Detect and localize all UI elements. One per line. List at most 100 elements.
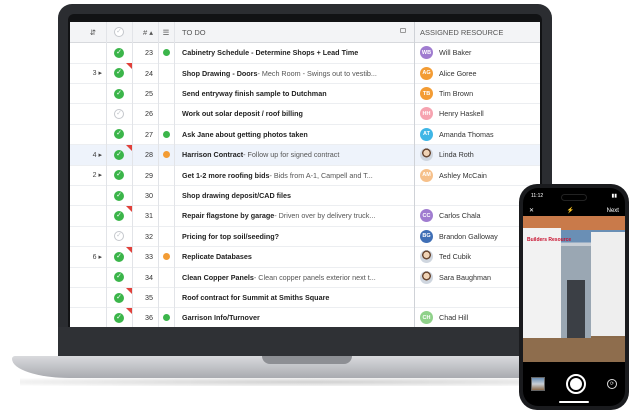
next-button[interactable]: Next xyxy=(607,208,619,214)
shutter-button[interactable] xyxy=(566,374,586,394)
resource-cell[interactable]: AG Alice Goree xyxy=(414,63,540,83)
complete-checkbox[interactable]: ✓ xyxy=(106,104,132,124)
task-cell[interactable]: Clean Copper Panels - Clean copper panel… xyxy=(178,267,414,287)
flash-icon[interactable]: ⚡ xyxy=(567,207,574,214)
table-row[interactable]: 4 ▸ ✓ 28 Harrison Contract - Follow up for … xyxy=(70,145,540,166)
complete-checkbox[interactable]: ✓ xyxy=(106,84,132,104)
task-title: Clean Copper Panels xyxy=(182,272,254,282)
column-divider xyxy=(414,22,415,327)
task-title: Work out solar deposit / roof billing xyxy=(182,109,303,119)
resource-name: Ashley McCain xyxy=(439,170,487,180)
table-row[interactable]: ✓ 32 Pricing for top soil/seeding? BG Brando… xyxy=(70,227,540,248)
expand-toggle[interactable] xyxy=(70,43,106,63)
resource-cell[interactable]: AM Ashley McCain xyxy=(414,165,540,185)
resource-cell[interactable]: AT Amanda Thomas xyxy=(414,125,540,145)
avatar: TB xyxy=(420,87,433,101)
expand-toggle[interactable] xyxy=(70,186,106,206)
status-dot xyxy=(158,186,174,206)
expand-toggle[interactable] xyxy=(70,227,106,247)
task-column-header[interactable]: TO DO xyxy=(178,22,414,42)
task-cell[interactable]: Shop Drawing - Doors - Mech Room - Swing… xyxy=(178,63,414,83)
check-circle-icon: ✓ xyxy=(114,272,124,283)
complete-checkbox[interactable]: ✓ xyxy=(106,165,132,185)
task-title: Get 1-2 more roofing bids xyxy=(182,170,270,180)
complete-checkbox[interactable]: ✓ xyxy=(106,247,132,267)
check-column-header[interactable]: ✓ xyxy=(106,22,132,42)
hierarchy-icon[interactable]: ⇵ xyxy=(70,22,106,42)
task-cell[interactable]: Get 1-2 more roofing bids - Bids from A-… xyxy=(178,165,414,185)
complete-checkbox[interactable]: ✓ xyxy=(106,43,132,63)
avatar xyxy=(420,270,433,284)
table-row[interactable]: ✓ 25 Send entryway finish sample to Dutchm… xyxy=(70,84,540,105)
camera-viewfinder: Builders Resource xyxy=(523,216,625,362)
status-dot xyxy=(158,104,174,124)
row-number: 30 xyxy=(145,191,153,201)
task-title: Ask Jane about getting photos taken xyxy=(182,129,308,139)
expand-toggle[interactable] xyxy=(70,125,106,145)
num-column-header[interactable]: # ▴ xyxy=(132,22,158,42)
expand-toggle[interactable] xyxy=(70,104,106,124)
resource-cell[interactable]: HH Henry Haskell xyxy=(414,104,540,124)
table-row[interactable]: ✓ 31 Repair flagstone by garage - Driven o… xyxy=(70,206,540,227)
gallery-thumbnail[interactable] xyxy=(531,377,545,391)
flip-camera-icon[interactable]: ⟳ xyxy=(607,379,617,389)
task-cell[interactable]: Pricing for top soil/seeding? xyxy=(178,227,414,247)
table-row[interactable]: ✓ 35 Roof contract for Summit at Smiths Sq… xyxy=(70,287,540,309)
complete-checkbox[interactable]: ✓ xyxy=(106,287,132,308)
laptop-notch xyxy=(262,356,352,364)
expand-toggle[interactable] xyxy=(70,288,106,308)
complete-checkbox[interactable]: ✓ xyxy=(106,267,132,287)
table-row[interactable]: ✓ 27 Ask Jane about getting photos taken AT… xyxy=(70,125,540,146)
table-row[interactable]: 3 ▸ ✓ 24 Shop Drawing - Doors - Mech Room -… xyxy=(70,63,540,84)
expand-toggle[interactable]: 3 ▸ xyxy=(70,63,106,83)
task-cell[interactable]: Shop drawing deposit/CAD files xyxy=(178,186,414,206)
table-row[interactable]: 2 ▸ ✓ 29 Get 1-2 more roofing bids - Bids f… xyxy=(70,165,540,186)
task-cell[interactable]: Cabinetry Schedule - Determine Shops + L… xyxy=(178,43,414,63)
complete-checkbox[interactable]: ✓ xyxy=(106,308,132,327)
table-row[interactable]: ✓ 36 Garrison Info/Turnover CH Chad Hill xyxy=(70,308,540,327)
column-divider xyxy=(174,22,175,327)
check-circle-icon: ✓ xyxy=(114,210,124,221)
row-number: 23 xyxy=(145,48,153,58)
task-cell[interactable]: Replicate Databases xyxy=(178,247,414,267)
resource-cell[interactable]: Linda Roth xyxy=(414,145,540,165)
table-row[interactable]: 6 ▸ ✓ 33 Replicate Databases Ted Cubik xyxy=(70,247,540,268)
expand-toggle[interactable]: 6 ▸ xyxy=(70,247,106,267)
resource-cell[interactable]: TB Tim Brown xyxy=(414,84,540,104)
expand-toggle[interactable] xyxy=(70,84,106,104)
wrap-sign-text: Builders Resource xyxy=(527,237,572,243)
complete-checkbox[interactable]: ✓ xyxy=(106,145,132,165)
complete-checkbox[interactable]: ✓ xyxy=(106,125,132,145)
task-cell[interactable]: Work out solar deposit / roof billing xyxy=(178,104,414,124)
task-detail: - Bids from A-1, Campell and T... xyxy=(269,170,373,180)
close-icon[interactable]: ✕ xyxy=(529,207,534,214)
status-dot-icon xyxy=(162,151,170,159)
table-row[interactable]: ✓ 30 Shop drawing deposit/CAD files xyxy=(70,186,540,207)
grid-header: ⇵ ✓ # ▴ ☰ TO DO ASSIGNED RESOURCE xyxy=(70,22,540,43)
table-row[interactable]: ✓ 34 Clean Copper Panels - Clean copper pa… xyxy=(70,267,540,288)
table-row[interactable]: ✓ 23 Cabinetry Schedule - Determine Shops … xyxy=(70,43,540,64)
database-icon[interactable]: ☰ xyxy=(158,22,174,42)
table-row[interactable]: ✓ 26 Work out solar deposit / roof billing… xyxy=(70,104,540,125)
expand-toggle[interactable] xyxy=(70,267,106,287)
complete-checkbox[interactable]: ✓ xyxy=(106,206,132,226)
check-circle-icon: ✓ xyxy=(114,68,124,79)
row-number: 26 xyxy=(145,109,153,119)
expand-toggle[interactable] xyxy=(70,308,106,327)
complete-checkbox[interactable]: ✓ xyxy=(106,63,132,83)
expand-toggle[interactable]: 4 ▸ xyxy=(70,145,106,165)
task-cell[interactable]: Send entryway finish sample to Dutchman xyxy=(178,84,414,104)
status-dot-icon xyxy=(162,314,170,322)
task-cell[interactable]: Repair flagstone by garage - Driven over… xyxy=(178,206,414,226)
complete-checkbox[interactable]: ✓ xyxy=(106,227,132,247)
resource-column-header[interactable]: ASSIGNED RESOURCE xyxy=(414,22,540,42)
resource-cell[interactable]: WB Will Baker xyxy=(414,43,540,63)
expand-toggle[interactable] xyxy=(70,206,106,226)
complete-checkbox[interactable]: ✓ xyxy=(106,186,132,206)
task-cell[interactable]: Garrison Info/Turnover xyxy=(178,308,414,327)
task-cell[interactable]: Ask Jane about getting photos taken xyxy=(178,125,414,145)
task-title: Shop Drawing - Doors xyxy=(182,68,258,78)
task-cell[interactable]: Roof contract for Summit at Smiths Squar… xyxy=(178,288,414,308)
task-cell[interactable]: Harrison Contract - Follow up for signed… xyxy=(178,145,414,165)
expand-toggle[interactable]: 2 ▸ xyxy=(70,165,106,185)
